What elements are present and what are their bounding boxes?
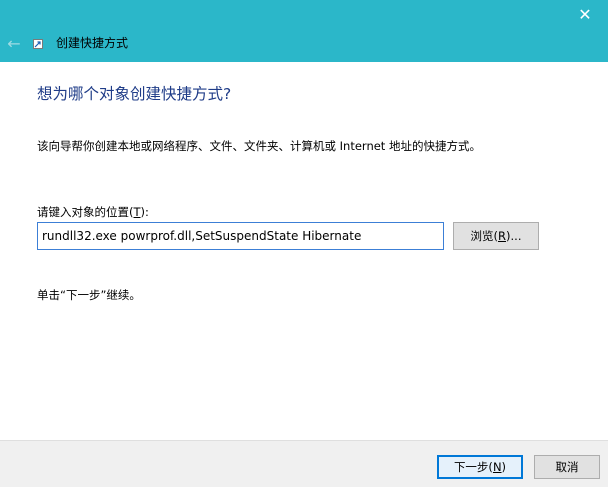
shortcut-icon (33, 39, 43, 49)
title-bar: ✕ ← 创建快捷方式 (0, 0, 608, 62)
next-label-suffix: ) (501, 460, 507, 474)
browse-button[interactable]: 浏览(R)... (453, 222, 539, 250)
next-button[interactable]: 下一步(N) (437, 455, 523, 479)
wizard-description: 该向导帮你创建本地或网络程序、文件、文件夹、计算机或 Internet 地址的快… (37, 139, 481, 153)
browse-label-suffix: )... (506, 229, 522, 243)
close-button[interactable]: ✕ (562, 0, 608, 30)
back-arrow-icon: ← (7, 33, 21, 53)
close-icon: ✕ (578, 5, 592, 24)
wizard-title: 创建快捷方式 (56, 36, 129, 50)
location-label-suffix: ): (140, 205, 149, 219)
location-label-accelerator: T (133, 205, 141, 219)
cancel-button[interactable]: 取消 (534, 455, 600, 479)
back-button[interactable]: ← (4, 33, 24, 53)
location-label: 请键入对象的位置(T): (37, 203, 149, 221)
next-label-prefix: 下一步( (453, 460, 493, 474)
continue-hint: 单击“下一步”继续。 (37, 288, 141, 302)
browse-label-accelerator: R (498, 229, 507, 243)
location-input[interactable] (37, 222, 444, 250)
browse-label-prefix: 浏览( (470, 229, 499, 243)
page-heading: 想为哪个对象创建快捷方式? (37, 85, 232, 103)
location-label-prefix: 请键入对象的位置( (37, 205, 134, 219)
next-label-accelerator: N (492, 460, 502, 474)
create-shortcut-window: ✕ ← 创建快捷方式 想为哪个对象创建快捷方式? 该向导帮你创建本地或网络程序、… (0, 0, 608, 487)
